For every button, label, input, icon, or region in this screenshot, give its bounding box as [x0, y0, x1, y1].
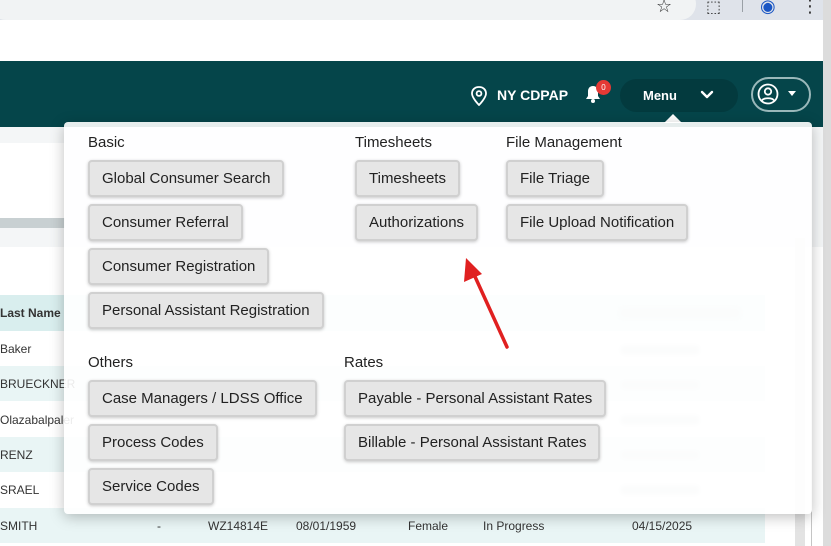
menu-item-file-triage[interactable]: File Triage [506, 160, 605, 197]
menu-item-consumer-registration[interactable]: Consumer Registration [88, 248, 270, 285]
filter-panel [0, 143, 65, 218]
caret-down-icon[interactable] [787, 90, 797, 98]
menu-item-billable-rates[interactable]: Billable - Personal Assistant Rates [344, 424, 601, 461]
menu-item-service-codes[interactable]: Service Codes [88, 468, 214, 505]
extension-icon[interactable]: ⬚ [706, 0, 721, 16]
section-title-rates: Rates [344, 354, 384, 371]
menu-item-file-upload-notification[interactable]: File Upload Notification [506, 204, 689, 241]
location-label[interactable]: NY CDPAP [497, 87, 568, 103]
section-title-timesheets: Timesheets [355, 134, 432, 151]
cell-date: 04/15/2025 [632, 519, 693, 533]
location-icon [471, 86, 487, 106]
section-title-file-management: File Management [506, 134, 622, 151]
menu-item-timesheets[interactable]: Timesheets [355, 160, 460, 197]
cell-dob: 08/01/1959 [296, 519, 357, 533]
toolbar-divider [742, 0, 743, 12]
cell-col2: - [157, 519, 161, 533]
cell-last-name: RENZ [0, 448, 33, 462]
cell-last-name: SRAEL [0, 483, 40, 497]
menu-item-payable-rates[interactable]: Payable - Personal Assistant Rates [344, 380, 607, 417]
cell-last-name: SMITH [0, 519, 38, 533]
menu-label[interactable]: Menu [643, 88, 677, 103]
menu-item-personal-assistant-registration[interactable]: Personal Assistant Registration [88, 292, 324, 329]
window-scrollbar[interactable] [823, 0, 831, 546]
column-header-last-name[interactable]: Last Name [0, 306, 61, 320]
menu-item-process-codes[interactable]: Process Codes [88, 424, 218, 461]
annotation-arrow-icon [464, 258, 509, 349]
panel-divider [0, 218, 65, 228]
notification-badge: 0 [596, 80, 611, 95]
cell-status: In Progress [483, 519, 545, 533]
menu-item-authorizations[interactable]: Authorizations [355, 204, 479, 241]
menu-item-consumer-referral[interactable]: Consumer Referral [88, 204, 243, 241]
profile-icon[interactable]: ◉ [760, 0, 776, 16]
chevron-down-icon[interactable] [700, 89, 714, 101]
menu-item-global-consumer-search[interactable]: Global Consumer Search [88, 160, 285, 197]
section-title-others: Others [88, 354, 134, 371]
menu-button[interactable] [620, 79, 738, 112]
section-title-basic: Basic [88, 134, 125, 151]
cell-last-name: Olazabalpaler [0, 413, 75, 427]
cell-id: WZ14814E [208, 519, 269, 533]
kebab-icon[interactable]: ⋮ [801, 0, 819, 16]
menu-item-case-managers[interactable]: Case Managers / LDSS Office [88, 380, 317, 417]
star-icon[interactable]: ☆ [656, 0, 672, 16]
cell-last-name: Baker [0, 342, 32, 356]
user-circle-icon[interactable] [757, 83, 779, 105]
cell-gender: Female [408, 519, 449, 533]
address-bar[interactable] [0, 0, 696, 20]
